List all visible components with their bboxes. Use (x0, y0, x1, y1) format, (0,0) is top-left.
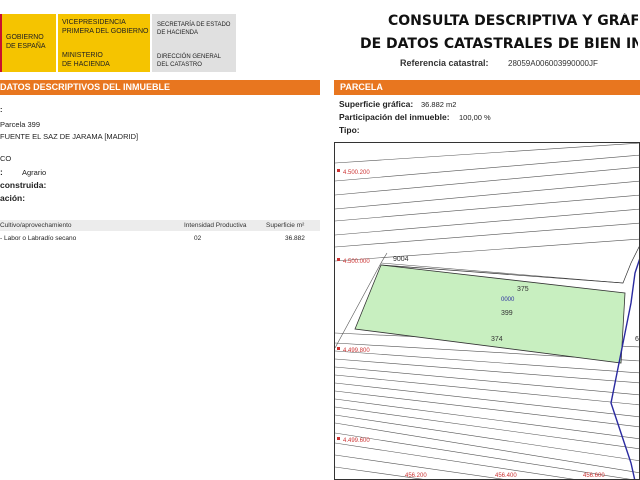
field-label-ano: ación: (0, 193, 26, 203)
field-label-1: : (0, 105, 3, 114)
tipo-label: Tipo: (339, 125, 360, 135)
col-intensidad: Intensidad Productiva (184, 222, 247, 229)
participacion-label: Participación del inmueble: (339, 112, 450, 122)
coord-y-2: 4.500.000 (343, 259, 370, 265)
label-399: 399 (501, 310, 513, 317)
cell-intensidad: 02 (194, 235, 202, 242)
ministry-text-2: PRIMERA DEL GOBIERNO (62, 28, 149, 35)
col-cultivo: Cultivo/aprovechamiento (0, 222, 72, 229)
field-value-uso: Agrario (22, 168, 47, 177)
field-value-municipio: FUENTE EL SAZ DE JARAMA [MADRID] (0, 132, 139, 141)
ministry-text-1: VICEPRESIDENCIA (62, 19, 126, 26)
coord-x-3: 456.600 (583, 473, 605, 479)
ministry-text-3: MINISTERIO (62, 52, 103, 59)
field-label-uso: : (0, 167, 3, 177)
ministerio-logo: VICEPRESIDENCIA PRIMERA DEL GOBIERNO MIN… (58, 14, 150, 72)
label-374: 374 (491, 336, 503, 343)
participacion-value: 100,00 % (459, 113, 491, 122)
gobierno-text-2: DE ESPAÑA (6, 43, 46, 50)
cell-superficie: 36.882 (285, 235, 305, 242)
ministry-text-4: DE HACIENDA (62, 61, 110, 68)
field-value-parcela: Parcela 399 (0, 120, 41, 129)
descriptive-section-title: DATOS DESCRIPTIVOS DEL INMUEBLE (0, 82, 171, 92)
ref-label: Referencia catastral: (400, 58, 489, 68)
col-superficie: Superficie m² (266, 222, 305, 229)
parcela-section-title: PARCELA (340, 82, 383, 92)
superficie-value: 36.882 m2 (421, 100, 457, 109)
coord-y-1: 4.500.200 (343, 170, 370, 176)
coord-x-1: 456.200 (405, 473, 427, 479)
page-title-line1: CONSULTA DESCRIPTIVA Y GRÁFICA (388, 13, 638, 29)
gobierno-logo: GOBIERNO DE ESPAÑA (2, 14, 56, 72)
field-label-construida: construida: (0, 180, 47, 190)
gobierno-text-1: GOBIERNO (6, 34, 44, 41)
catastro-text-4: DEL CATASTRO (157, 62, 202, 68)
label-6: 6 (635, 336, 639, 343)
cell-cultivo: - Labor o Labradío secano (0, 235, 77, 242)
map-svg: 4.500.200 4.500.000 4.499.800 4.499.600 … (335, 143, 639, 479)
catastro-text-2: DE HACIENDA (157, 30, 199, 36)
catastro-text-1: SECRETARÍA DE ESTADO (157, 22, 231, 28)
catastro-text-3: DIRECCIÓN GENERAL (157, 54, 222, 60)
label-0000: 0000 (501, 297, 515, 303)
coord-y-4: 4.499.600 (343, 438, 370, 444)
coord-y-3: 4.499.800 (343, 348, 370, 354)
descriptive-section-header: DATOS DESCRIPTIVOS DEL INMUEBLE (0, 80, 320, 95)
table-row: - Labor o Labradío secano 02 36.882 (0, 233, 320, 245)
page-title-line2: DE DATOS CATASTRALES DE BIEN INMUEBLE (360, 36, 638, 52)
catastro-logo: SECRETARÍA DE ESTADO DE HACIENDA DIRECCI… (152, 14, 236, 72)
field-value-clase: CO (0, 154, 12, 163)
superficie-label: Superficie gráfica: (339, 99, 414, 109)
coord-x-2: 456.400 (495, 473, 517, 479)
parcela-section-header: PARCELA (334, 80, 640, 95)
label-9004: 9004 (393, 256, 409, 263)
cadastral-map[interactable]: 4.500.200 4.500.000 4.499.800 4.499.600 … (334, 142, 640, 480)
crop-table-header-row: Cultivo/aprovechamiento Intensidad Produ… (0, 220, 320, 231)
boundary-line (610, 258, 639, 479)
label-375: 375 (517, 286, 529, 293)
ref-value: 28059A006003990000JF (508, 59, 598, 68)
